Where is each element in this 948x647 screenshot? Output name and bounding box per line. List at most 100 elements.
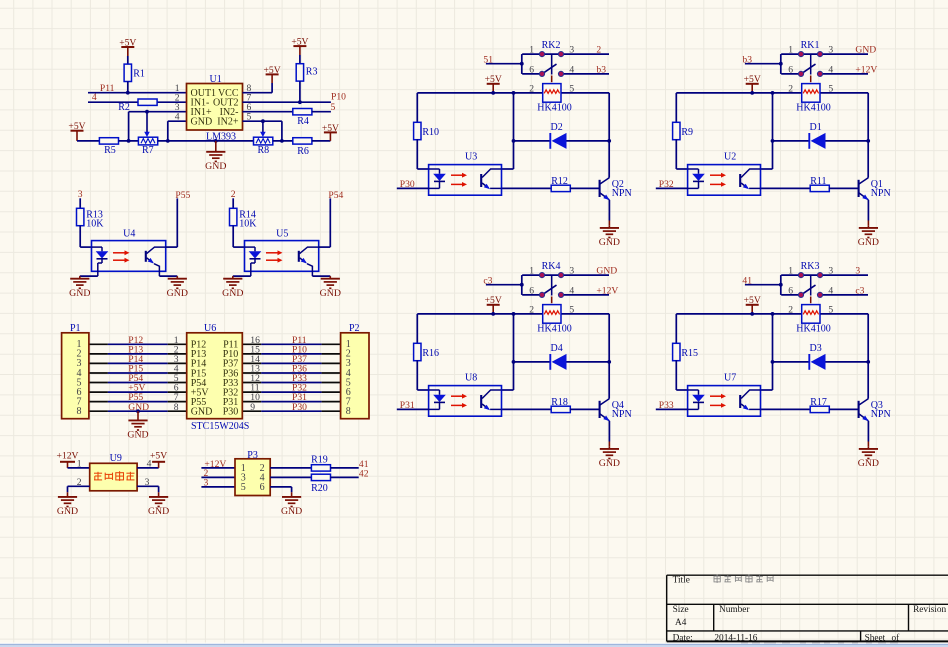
svg-text:2: 2 bbox=[596, 45, 601, 56]
svg-text:+12V: +12V bbox=[596, 285, 618, 296]
svg-text:GND: GND bbox=[855, 45, 876, 56]
svg-text:Title: Title bbox=[673, 575, 690, 585]
svg-text:Number: Number bbox=[719, 605, 750, 615]
svg-text:2: 2 bbox=[231, 189, 236, 200]
svg-text:R10: R10 bbox=[422, 127, 439, 138]
svg-text:GND: GND bbox=[222, 288, 243, 299]
svg-text:5: 5 bbox=[241, 482, 246, 493]
svg-text:GND: GND bbox=[205, 161, 226, 172]
svg-text:P30: P30 bbox=[400, 179, 415, 190]
svg-text:6: 6 bbox=[529, 285, 534, 296]
svg-text:GND: GND bbox=[599, 237, 620, 248]
svg-text:R9: R9 bbox=[681, 127, 693, 138]
svg-text:4: 4 bbox=[828, 64, 833, 75]
svg-text:41: 41 bbox=[742, 275, 752, 286]
svg-text:D1: D1 bbox=[810, 122, 822, 133]
svg-text:GND: GND bbox=[320, 288, 341, 299]
svg-text:R12: R12 bbox=[551, 176, 568, 187]
svg-text:R19: R19 bbox=[311, 454, 328, 465]
svg-text:U8: U8 bbox=[465, 373, 477, 384]
svg-text:R2: R2 bbox=[118, 102, 130, 113]
svg-text:U4: U4 bbox=[123, 228, 135, 239]
svg-text:NPN: NPN bbox=[871, 188, 891, 199]
svg-text:5: 5 bbox=[331, 102, 336, 113]
svg-text:R6: R6 bbox=[297, 146, 309, 157]
svg-text:42: 42 bbox=[359, 468, 369, 479]
svg-text:8: 8 bbox=[174, 402, 179, 413]
svg-text:GND: GND bbox=[69, 288, 90, 299]
svg-text:U2: U2 bbox=[724, 152, 736, 163]
svg-text:GND: GND bbox=[858, 237, 879, 248]
svg-text:R1: R1 bbox=[133, 69, 145, 80]
svg-text:D3: D3 bbox=[810, 343, 822, 354]
svg-text:3: 3 bbox=[569, 45, 574, 56]
svg-text:U6: U6 bbox=[204, 323, 216, 334]
svg-text:Date:: Date: bbox=[673, 633, 693, 643]
svg-text:GND: GND bbox=[57, 506, 78, 517]
svg-text:GND: GND bbox=[191, 117, 213, 128]
svg-text:P30: P30 bbox=[223, 407, 239, 418]
svg-text:+12V: +12V bbox=[855, 64, 877, 75]
svg-text:3: 3 bbox=[828, 266, 833, 277]
svg-text:1: 1 bbox=[788, 266, 793, 277]
svg-text:RK2: RK2 bbox=[542, 40, 561, 51]
svg-text:4: 4 bbox=[175, 112, 180, 123]
svg-text:R3: R3 bbox=[306, 67, 318, 78]
svg-text:A4: A4 bbox=[675, 618, 687, 628]
svg-text:9: 9 bbox=[250, 402, 255, 413]
svg-text:D4: D4 bbox=[551, 343, 563, 354]
svg-text:4: 4 bbox=[569, 285, 574, 296]
svg-text:RK1: RK1 bbox=[801, 40, 820, 51]
svg-text:1: 1 bbox=[788, 45, 793, 56]
svg-text:c3: c3 bbox=[855, 285, 864, 296]
svg-text:R18: R18 bbox=[551, 397, 568, 408]
svg-text:Revision: Revision bbox=[913, 605, 946, 615]
svg-text:3: 3 bbox=[78, 189, 83, 200]
svg-text:8: 8 bbox=[346, 406, 351, 417]
svg-text:HK4100: HK4100 bbox=[796, 103, 830, 114]
svg-text:P2: P2 bbox=[349, 323, 360, 334]
svg-text:3: 3 bbox=[855, 266, 860, 277]
svg-text:LM393: LM393 bbox=[206, 131, 236, 142]
svg-text:P31: P31 bbox=[400, 400, 415, 411]
svg-text:Sheet: Sheet bbox=[865, 633, 886, 643]
svg-text:6: 6 bbox=[260, 482, 265, 493]
svg-text:+12V: +12V bbox=[57, 451, 79, 462]
svg-text:R17: R17 bbox=[810, 397, 827, 408]
svg-text:R11: R11 bbox=[810, 176, 826, 187]
svg-text:P33: P33 bbox=[659, 400, 674, 411]
svg-text:GND: GND bbox=[148, 506, 169, 517]
svg-text:GND: GND bbox=[596, 266, 617, 277]
svg-text:c3: c3 bbox=[483, 275, 492, 286]
svg-text:R5: R5 bbox=[104, 145, 116, 156]
svg-text:NPN: NPN bbox=[871, 409, 891, 420]
svg-text:4: 4 bbox=[92, 92, 97, 103]
svg-text:U7: U7 bbox=[724, 373, 736, 384]
svg-text:P11: P11 bbox=[100, 83, 115, 94]
svg-text:6: 6 bbox=[529, 64, 534, 75]
svg-text:R4: R4 bbox=[297, 116, 309, 127]
svg-text:1: 1 bbox=[529, 266, 534, 277]
svg-text:HK4100: HK4100 bbox=[796, 324, 830, 335]
svg-text:NPN: NPN bbox=[612, 409, 632, 420]
svg-text:R20: R20 bbox=[311, 483, 328, 494]
svg-text:6: 6 bbox=[788, 285, 793, 296]
svg-text:3: 3 bbox=[569, 266, 574, 277]
svg-text:U5: U5 bbox=[276, 228, 288, 239]
svg-text:RK4: RK4 bbox=[542, 261, 561, 272]
svg-text:NPN: NPN bbox=[612, 188, 632, 199]
svg-text:6: 6 bbox=[788, 64, 793, 75]
svg-text:1: 1 bbox=[529, 45, 534, 56]
svg-text:3: 3 bbox=[828, 45, 833, 56]
svg-text:b3: b3 bbox=[742, 54, 752, 65]
svg-text:of: of bbox=[892, 632, 901, 643]
svg-text:10K: 10K bbox=[86, 218, 104, 229]
svg-text:STC15W204S: STC15W204S bbox=[191, 421, 249, 432]
svg-text:IN2+: IN2+ bbox=[217, 117, 239, 128]
svg-text:GND: GND bbox=[599, 458, 620, 469]
svg-text:U3: U3 bbox=[465, 152, 477, 163]
svg-text:RK3: RK3 bbox=[801, 261, 820, 272]
svg-text:GND: GND bbox=[127, 430, 148, 441]
svg-text:2014-11-16: 2014-11-16 bbox=[714, 633, 757, 643]
svg-text:P30: P30 bbox=[292, 402, 307, 413]
